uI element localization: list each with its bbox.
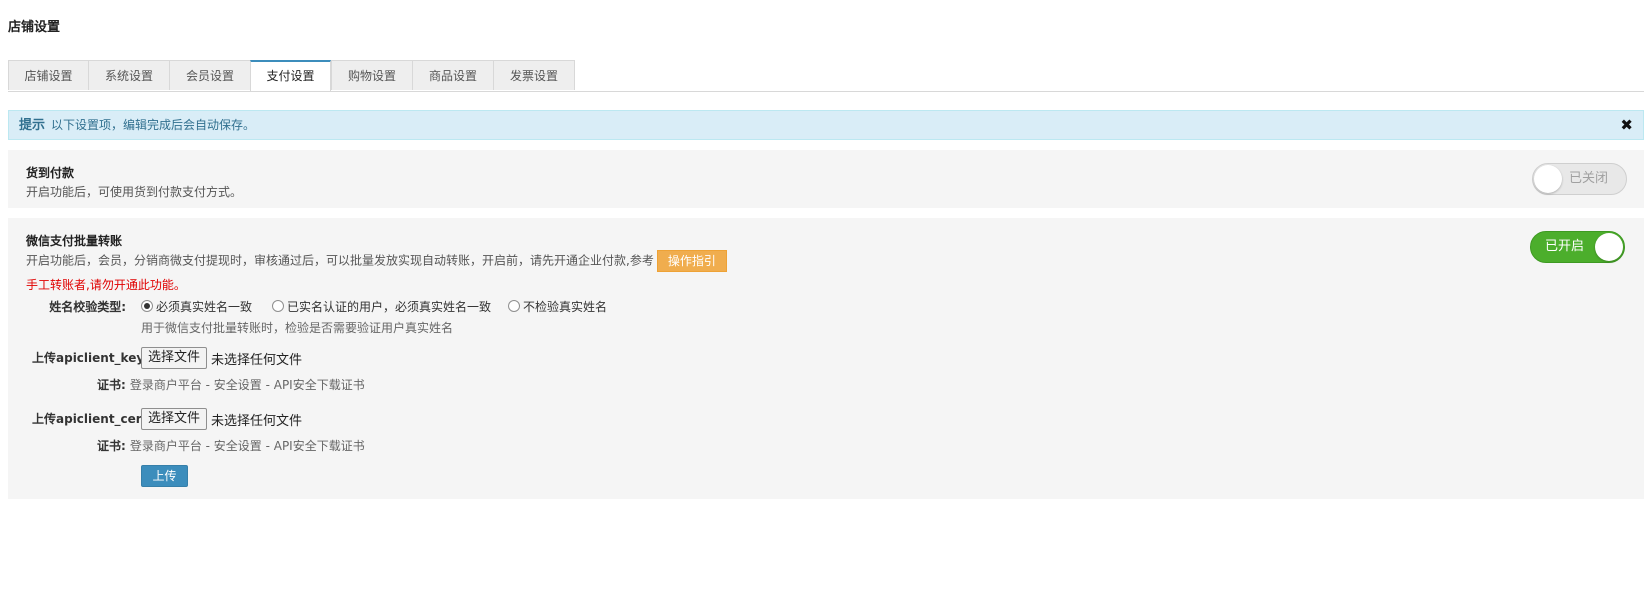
radio-label: 必须真实姓名一致	[156, 300, 253, 314]
shop-settings-page: 店铺设置 店铺设置 系统设置 会员设置 支付设置 购物设置 商品设置 发票设置 …	[0, 0, 1648, 600]
cod-title: 货到付款	[26, 166, 75, 180]
tab-shopping-settings[interactable]: 购物设置	[331, 60, 413, 90]
radio-checked-icon[interactable]	[141, 300, 153, 312]
tab-member-settings[interactable]: 会员设置	[169, 60, 251, 90]
key-cert-hint-row: 证书: 登录商户平台 - 安全设置 - API安全下载证书	[97, 376, 365, 393]
tab-system-settings[interactable]: 系统设置	[88, 60, 170, 90]
name-check-radio-group: 必须真实姓名一致 已实名认证的用户，必须真实姓名一致 不检验真实姓名	[141, 298, 641, 314]
guide-button[interactable]: 操作指引	[656, 250, 727, 272]
cert-label: 证书:	[97, 378, 126, 392]
page-title: 店铺设置	[8, 20, 61, 35]
wechat-title: 微信支付批量转账	[26, 234, 123, 248]
wechat-toggle-label: 已开启	[1545, 239, 1585, 254]
cert-hint: 登录商户平台 - 安全设置 - API安全下载证书	[129, 439, 365, 453]
toggle-knob	[1595, 233, 1623, 261]
cod-panel: 货到付款 开启功能后，可使用货到付款支付方式。 已关闭	[8, 150, 1644, 208]
toggle-knob	[1534, 165, 1562, 193]
wechat-description: 开启功能后，会员，分销商微支付提现时，审核通过后，可以批量发放实现自动转账，开启…	[26, 253, 654, 268]
settings-tabs: 店铺设置 系统设置 会员设置 支付设置 购物设置 商品设置 发票设置	[8, 60, 1644, 92]
cert-choose-file-button[interactable]: 选择文件	[141, 408, 208, 430]
tab-payment-settings[interactable]: 支付设置	[250, 60, 331, 91]
radio-label: 已实名认证的用户，必须真实姓名一致	[287, 300, 492, 314]
cod-toggle[interactable]: 已关闭	[1532, 163, 1627, 195]
cert-hint: 登录商户平台 - 安全设置 - API安全下载证书	[129, 378, 365, 392]
radio-option-no-check[interactable]: 不检验真实姓名	[508, 298, 607, 315]
radio-option-real-name-match[interactable]: 必须真实姓名一致	[141, 298, 252, 315]
key-file-row: 选择文件 未选择任何文件	[141, 347, 302, 369]
alert-label: 提示	[19, 118, 46, 133]
wechat-warning: 手工转账者,请勿开通此功能。	[26, 278, 186, 292]
wechat-toggle[interactable]: 已开启	[1530, 231, 1625, 263]
alert-message: 以下设置项，编辑完成后会自动保存。	[51, 118, 256, 132]
cert-upload-label: 上传apiclient_cert	[32, 412, 148, 426]
name-check-help: 用于微信支付批量转账时，检验是否需要验证用户真实姓名	[141, 321, 454, 335]
tab-product-settings[interactable]: 商品设置	[412, 60, 494, 90]
radio-unchecked-icon[interactable]	[272, 300, 284, 312]
cod-toggle-label: 已关闭	[1569, 171, 1609, 186]
radio-unchecked-icon[interactable]	[508, 300, 520, 312]
key-upload-label: 上传apiclient_key	[32, 351, 145, 365]
radio-label: 不检验真实姓名	[523, 300, 608, 314]
key-file-status: 未选择任何文件	[211, 352, 303, 368]
wechat-transfer-panel: 微信支付批量转账 开启功能后，会员，分销商微支付提现时，审核通过后，可以批量发放…	[8, 218, 1644, 499]
name-check-label: 姓名校验类型:	[49, 300, 126, 314]
close-icon[interactable]: ✖	[1620, 111, 1633, 139]
key-choose-file-button[interactable]: 选择文件	[141, 347, 208, 369]
info-alert: 提示 以下设置项，编辑完成后会自动保存。 ✖	[8, 110, 1644, 140]
cert-file-status: 未选择任何文件	[211, 413, 303, 429]
cert-cert-hint-row: 证书: 登录商户平台 - 安全设置 - API安全下载证书	[97, 437, 365, 454]
radio-option-verified-user-match[interactable]: 已实名认证的用户，必须真实姓名一致	[272, 298, 491, 315]
cert-label: 证书:	[97, 439, 126, 453]
wechat-description-line: 开启功能后，会员，分销商微支付提现时，审核通过后，可以批量发放实现自动转账，开启…	[26, 250, 727, 272]
cod-description: 开启功能后，可使用货到付款支付方式。	[26, 185, 243, 199]
tab-shop-settings[interactable]: 店铺设置	[8, 60, 89, 90]
tab-invoice-settings[interactable]: 发票设置	[493, 60, 575, 90]
upload-button[interactable]: 上传	[141, 465, 188, 487]
cert-file-row: 选择文件 未选择任何文件	[141, 408, 302, 430]
